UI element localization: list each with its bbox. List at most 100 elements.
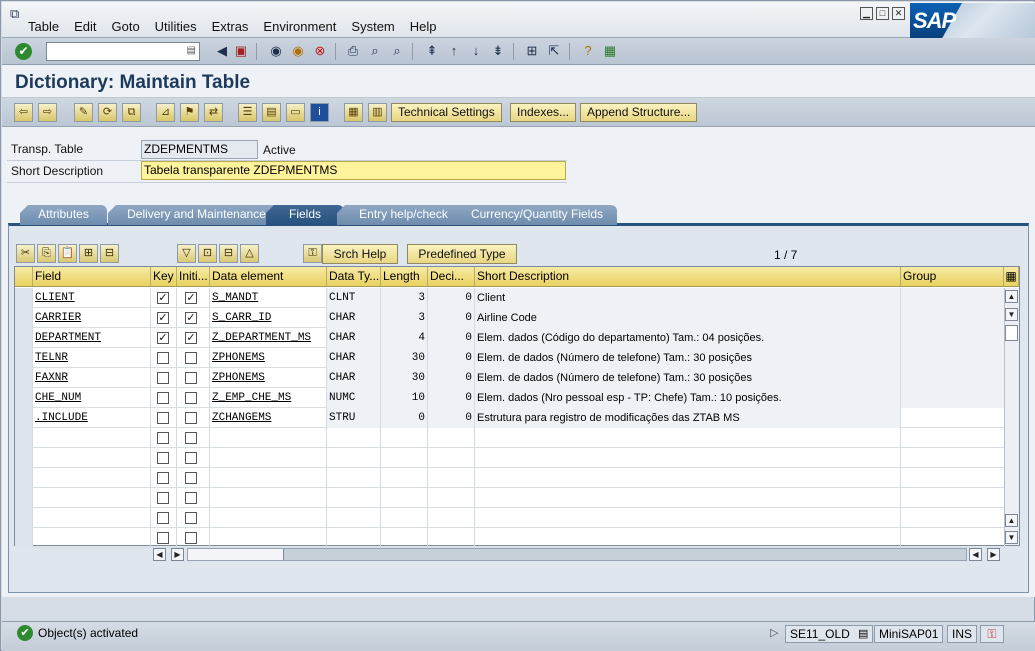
row-selector[interactable] <box>15 428 33 448</box>
menu-help[interactable]: Help <box>410 19 437 34</box>
display-change-icon[interactable]: ✎ <box>74 103 93 122</box>
initial-checkbox[interactable] <box>185 512 197 524</box>
key-checkbox[interactable] <box>157 432 169 444</box>
initial-checkbox[interactable] <box>185 352 197 364</box>
data-element-cell[interactable]: Z_DEPARTMENT_MS <box>210 328 327 348</box>
data-element-cell[interactable] <box>210 428 327 448</box>
back-icon[interactable]: ◉ <box>268 43 284 59</box>
initial-checkbox[interactable] <box>185 392 197 404</box>
technical-settings-button[interactable]: Technical Settings <box>391 103 502 122</box>
row-selector[interactable] <box>15 328 33 348</box>
filter-icon[interactable]: ▽ <box>177 244 196 263</box>
next-page-icon[interactable]: ↓ <box>468 43 484 59</box>
transaction-list-icon[interactable]: ▤ <box>858 627 868 640</box>
col-key[interactable]: Key <box>151 267 177 286</box>
group-cell[interactable] <box>901 528 1005 548</box>
key-checkbox[interactable]: ✓ <box>157 292 169 304</box>
horizontal-scrollbar[interactable]: ◀ ▶ ◀ ▶ <box>151 548 1003 562</box>
cut-icon[interactable]: ✂ <box>16 244 35 263</box>
initial-checkbox[interactable] <box>185 492 197 504</box>
select-all-cell[interactable] <box>15 267 33 286</box>
col-group[interactable]: Group <box>901 267 1004 286</box>
field-name-cell[interactable]: FAXNR <box>33 368 151 388</box>
info-icon[interactable]: i <box>310 103 329 122</box>
activate-icon[interactable]: ⚑ <box>180 103 199 122</box>
menu-edit[interactable]: Edit <box>74 19 96 34</box>
field-name-cell[interactable] <box>33 448 151 468</box>
menu-environment[interactable]: Environment <box>263 19 336 34</box>
col-decimals[interactable]: Deci... <box>428 267 475 286</box>
field-name-cell[interactable] <box>33 488 151 508</box>
data-element-cell[interactable]: ZPHONEMS <box>210 368 327 388</box>
input-mode-field[interactable]: INS <box>947 625 978 643</box>
scroll-left-icon[interactable]: ◀ <box>153 548 166 561</box>
check-icon[interactable]: ⊿ <box>156 103 175 122</box>
menu-utilities[interactable]: Utilities <box>155 19 197 34</box>
shortcut-icon[interactable]: ⇱ <box>546 43 562 59</box>
row-selector[interactable] <box>15 308 33 328</box>
scroll-thumb-h[interactable] <box>188 549 284 560</box>
col-data-type[interactable]: Data Ty... <box>327 267 381 286</box>
find-next-icon[interactable]: ⌕ <box>389 43 405 59</box>
row-selector[interactable] <box>15 488 33 508</box>
group-cell[interactable] <box>901 488 1005 508</box>
table-row[interactable]: CHE_NUM Z_EMP_CHE_MS NUMC 10 0 Elem. dados (N… <box>15 388 1005 408</box>
display-object-list-icon[interactable]: ▭ <box>286 103 305 122</box>
key-checkbox[interactable] <box>157 452 169 464</box>
layout-menu-icon[interactable]: ▦ <box>602 43 618 59</box>
scroll-page-down-icon[interactable]: ▲ <box>1005 514 1018 527</box>
data-element-cell[interactable]: S_CARR_ID <box>210 308 327 328</box>
group-cell[interactable] <box>901 288 1005 308</box>
col-field[interactable]: Field <box>33 267 151 286</box>
scroll-thumb[interactable] <box>1005 325 1018 341</box>
group-cell[interactable] <box>901 388 1005 408</box>
field-name-cell[interactable]: TELNR <box>33 348 151 368</box>
col-initial[interactable]: Initi... <box>177 267 210 286</box>
first-page-icon[interactable]: ⇞ <box>424 43 440 59</box>
print-icon[interactable]: ⎙ <box>345 43 361 59</box>
new-session-icon[interactable]: ⊞ <box>524 43 540 59</box>
scroll-up-icon[interactable]: ▲ <box>1005 290 1018 303</box>
field-name-cell[interactable] <box>33 508 151 528</box>
table-contents-icon[interactable]: ▥ <box>368 103 387 122</box>
row-selector[interactable] <box>15 468 33 488</box>
data-element-cell[interactable] <box>210 508 327 528</box>
key-checkbox[interactable] <box>157 472 169 484</box>
scroll-down-icon[interactable]: ▼ <box>1005 531 1018 544</box>
initial-checkbox[interactable]: ✓ <box>185 312 197 324</box>
data-element-cell[interactable]: ZPHONEMS <box>210 348 327 368</box>
short-description-field[interactable]: Tabela transparente ZDEPMENTMS <box>141 161 566 180</box>
key-checkbox[interactable] <box>157 412 169 424</box>
scroll-right-icon[interactable]: ▶ <box>987 548 1000 561</box>
last-page-icon[interactable]: ⇟ <box>490 43 506 59</box>
group-cell[interactable] <box>901 508 1005 528</box>
vertical-scrollbar[interactable]: ▲ ▼ ▲ ▼ <box>1004 288 1019 545</box>
row-selector[interactable] <box>15 348 33 368</box>
paste-icon[interactable]: 📋 <box>58 244 77 263</box>
scroll-right-small-icon[interactable]: ▶ <box>171 548 184 561</box>
empty-table-row[interactable] <box>15 488 1005 508</box>
empty-table-row[interactable] <box>15 468 1005 488</box>
tab-delivery-maintenance[interactable]: Delivery and Maintenance <box>108 205 285 225</box>
scroll-left-end-icon[interactable]: ◀ <box>969 548 982 561</box>
object-list-icon[interactable]: ▤ <box>262 103 281 122</box>
row-selector[interactable] <box>15 408 33 428</box>
empty-table-row[interactable] <box>15 528 1005 548</box>
data-element-cell[interactable] <box>210 528 327 548</box>
data-element-cell[interactable]: ZCHANGEMS <box>210 408 327 428</box>
col-length[interactable]: Length <box>381 267 428 286</box>
hierarchy-icon[interactable]: ☰ <box>238 103 257 122</box>
key-checkbox[interactable]: ✓ <box>157 332 169 344</box>
field-name-cell[interactable] <box>33 528 151 548</box>
field-name-cell[interactable]: CLIENT <box>33 288 151 308</box>
row-selector[interactable] <box>15 368 33 388</box>
copy-icon[interactable]: ⎘ <box>37 244 56 263</box>
group-cell[interactable] <box>901 348 1005 368</box>
key-checkbox[interactable] <box>157 392 169 404</box>
enter-icon[interactable]: ✔ <box>15 43 32 60</box>
key-checkbox[interactable] <box>157 372 169 384</box>
append-structure-button[interactable]: Append Structure... <box>580 103 698 122</box>
group-cell[interactable] <box>901 308 1005 328</box>
next-object-icon[interactable]: ⇨ <box>38 103 57 122</box>
data-element-cell[interactable]: S_MANDT <box>210 288 327 308</box>
